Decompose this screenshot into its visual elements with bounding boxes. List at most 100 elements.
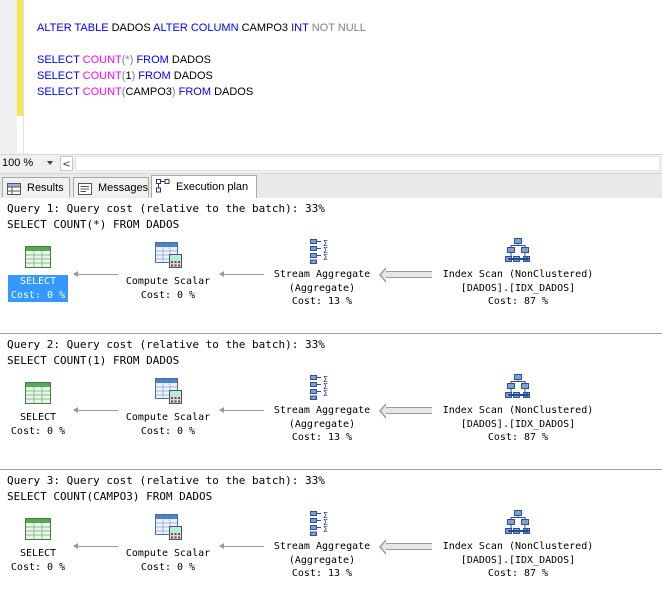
stream-aggregate-operator-sub: (Aggregate) <box>288 282 356 294</box>
flow-arrow <box>219 407 264 413</box>
select-operator-cost: Cost: 0 % <box>10 561 66 573</box>
compute-scalar-operator-name: Compute Scalar <box>125 548 211 559</box>
tab-execution-plan-label: Execution plan <box>176 181 249 193</box>
index-scan-operator-name: Index Scan (NonClustered) <box>442 541 594 552</box>
scroll-left-button[interactable]: < <box>60 156 73 171</box>
tab-results-label: Results <box>27 182 64 194</box>
compute-scalar-icon[interactable] <box>155 242 183 272</box>
index-scan-operator-sub: [DADOS].[IDX_DADOS] <box>460 282 576 294</box>
stream-aggregate-operator-sub: (Aggregate) <box>288 418 356 430</box>
stream-aggregate-operator[interactable]: Stream Aggregate (Aggregate) Cost: 13 % <box>264 404 380 445</box>
code-line[interactable]: SELECT COUNT(*) FROM DADOS <box>37 52 366 68</box>
stream-aggregate-operator-name: Stream Aggregate <box>273 541 371 552</box>
editor-gutter <box>0 0 17 155</box>
chevron-down-icon[interactable] <box>47 161 53 165</box>
code-token: CAMPO3 <box>125 86 172 98</box>
compute-scalar-operator[interactable]: Compute Scalar Cost: 0 % <box>118 275 218 302</box>
stream-aggregate-icon[interactable]: ΣΣΣ <box>310 374 334 404</box>
execution-plan-icon <box>156 179 170 193</box>
select-operator-name: SELECT <box>19 276 57 287</box>
stream-aggregate-operator-name: Stream Aggregate <box>273 405 371 416</box>
flow-arrow <box>219 543 264 549</box>
stream-aggregate-operator[interactable]: Stream Aggregate (Aggregate) Cost: 13 % <box>264 268 380 309</box>
code-token: DADOS <box>108 22 154 34</box>
code-line[interactable]: SELECT COUNT(1) FROM DADOS <box>37 68 366 84</box>
query-sql-text: SELECT COUNT(1) FROM DADOS <box>7 354 180 367</box>
code-line[interactable]: ALTER TABLE DADOS ALTER COLUMN CAMPO3 IN… <box>37 20 366 36</box>
compute-scalar-operator[interactable]: Compute Scalar Cost: 0 % <box>118 547 218 574</box>
flow-arrow <box>219 271 264 277</box>
compute-scalar-operator-cost: Cost: 0 % <box>140 561 196 573</box>
stream-aggregate-operator-sub: (Aggregate) <box>288 554 356 566</box>
code-token: COUNT <box>82 70 122 82</box>
grid-icon <box>7 182 21 195</box>
query-editor[interactable]: ALTER TABLE DADOS ALTER COLUMN CAMPO3 IN… <box>0 0 662 155</box>
code-token: COUNT <box>82 86 122 98</box>
stream-aggregate-operator-label-box: Stream Aggregate (Aggregate) Cost: 13 % <box>271 404 373 445</box>
index-scan-operator-name: Index Scan (NonClustered) <box>442 269 594 280</box>
index-scan-operator-label-box: Index Scan (NonClustered) [DADOS].[IDX_DA… <box>440 404 597 445</box>
code-token: SELECT <box>37 70 80 82</box>
index-scan-operator-cost: Cost: 87 % <box>487 432 549 443</box>
stream-aggregate-icon[interactable]: ΣΣΣ <box>310 510 334 540</box>
select-operator-icon[interactable] <box>25 246 51 272</box>
stream-aggregate-icon[interactable]: ΣΣΣ <box>310 238 334 268</box>
tab-messages[interactable]: Messages <box>73 177 149 197</box>
stream-aggregate-operator-label-box: Stream Aggregate (Aggregate) Cost: 13 % <box>271 268 373 309</box>
flow-arrow <box>73 407 118 413</box>
compute-scalar-operator-cost: Cost: 0 % <box>140 289 196 301</box>
compute-scalar-operator-label-box: Compute Scalar Cost: 0 % <box>123 275 213 302</box>
compute-scalar-operator[interactable]: Compute Scalar Cost: 0 % <box>118 411 218 438</box>
select-operator[interactable]: SELECT Cost: 0 % <box>3 275 73 302</box>
flow-arrow <box>73 271 118 277</box>
svg-text:Σ: Σ <box>323 253 328 262</box>
query-sql-text: SELECT COUNT(CAMPO3) FROM DADOS <box>7 490 213 503</box>
flow-arrow-thick <box>379 539 432 555</box>
compute-scalar-operator-label-box: Compute Scalar Cost: 0 % <box>123 411 213 438</box>
sql-code[interactable]: ALTER TABLE DADOS ALTER COLUMN CAMPO3 IN… <box>37 20 366 100</box>
flow-arrow-thick <box>379 267 432 283</box>
index-scan-operator-label-box: Index Scan (NonClustered) [DADOS].[IDX_DA… <box>440 268 597 309</box>
select-operator-label-box: SELECT Cost: 0 % <box>8 411 68 438</box>
execution-plan-pane[interactable]: Query 1: Query cost (relative to the bat… <box>0 198 662 606</box>
index-scan-operator-cost: Cost: 87 % <box>487 296 549 307</box>
stream-aggregate-operator-label-box: Stream Aggregate (Aggregate) Cost: 13 % <box>271 540 373 581</box>
plan-divider <box>0 469 662 470</box>
horizontal-scrollbar[interactable] <box>75 156 660 171</box>
select-operator-label-box: SELECT Cost: 0 % <box>7 275 69 302</box>
index-scan-operator[interactable]: Index Scan (NonClustered) [DADOS].[IDX_DA… <box>428 268 608 309</box>
stream-aggregate-operator[interactable]: Stream Aggregate (Aggregate) Cost: 13 % <box>264 540 380 581</box>
compute-scalar-operator-label-box: Compute Scalar Cost: 0 % <box>123 547 213 574</box>
stream-aggregate-operator-cost: Cost: 13 % <box>291 432 353 443</box>
messages-icon <box>78 182 92 195</box>
svg-text:Σ: Σ <box>323 525 328 534</box>
select-operator-icon[interactable] <box>25 382 51 408</box>
tab-execution-plan[interactable]: Execution plan <box>151 175 257 198</box>
stream-aggregate-operator-cost: Cost: 13 % <box>291 296 353 307</box>
index-scan-operator-sub: [DADOS].[IDX_DADOS] <box>460 418 576 430</box>
select-operator[interactable]: SELECT Cost: 0 % <box>3 547 73 574</box>
svg-text:Σ: Σ <box>323 389 328 398</box>
code-token: FROM <box>136 54 169 66</box>
code-token: FROM <box>178 86 212 98</box>
compute-scalar-operator-name: Compute Scalar <box>125 412 211 423</box>
index-scan-operator[interactable]: Index Scan (NonClustered) [DADOS].[IDX_DA… <box>428 540 608 581</box>
stream-aggregate-operator-name: Stream Aggregate <box>273 269 371 280</box>
compute-scalar-icon[interactable] <box>155 378 183 408</box>
stream-aggregate-operator-cost: Cost: 13 % <box>291 568 353 579</box>
select-operator-name: SELECT <box>19 412 57 423</box>
index-scan-operator[interactable]: Index Scan (NonClustered) [DADOS].[IDX_DA… <box>428 404 608 445</box>
flow-arrow <box>73 543 118 549</box>
code-line[interactable] <box>37 36 366 52</box>
code-line[interactable]: SELECT COUNT(CAMPO3) FROM DADOS <box>37 84 366 100</box>
compute-scalar-operator-cost: Cost: 0 % <box>140 425 196 437</box>
index-scan-icon[interactable] <box>505 374 531 404</box>
select-operator-icon[interactable] <box>25 518 51 544</box>
index-scan-icon[interactable] <box>505 238 531 268</box>
compute-scalar-icon[interactable] <box>155 514 183 544</box>
select-operator[interactable]: SELECT Cost: 0 % <box>3 411 73 438</box>
tab-results[interactable]: Results <box>2 177 70 197</box>
zoom-select[interactable]: 100 % <box>2 157 33 169</box>
index-scan-icon[interactable] <box>505 510 531 540</box>
plan-divider <box>0 333 662 334</box>
